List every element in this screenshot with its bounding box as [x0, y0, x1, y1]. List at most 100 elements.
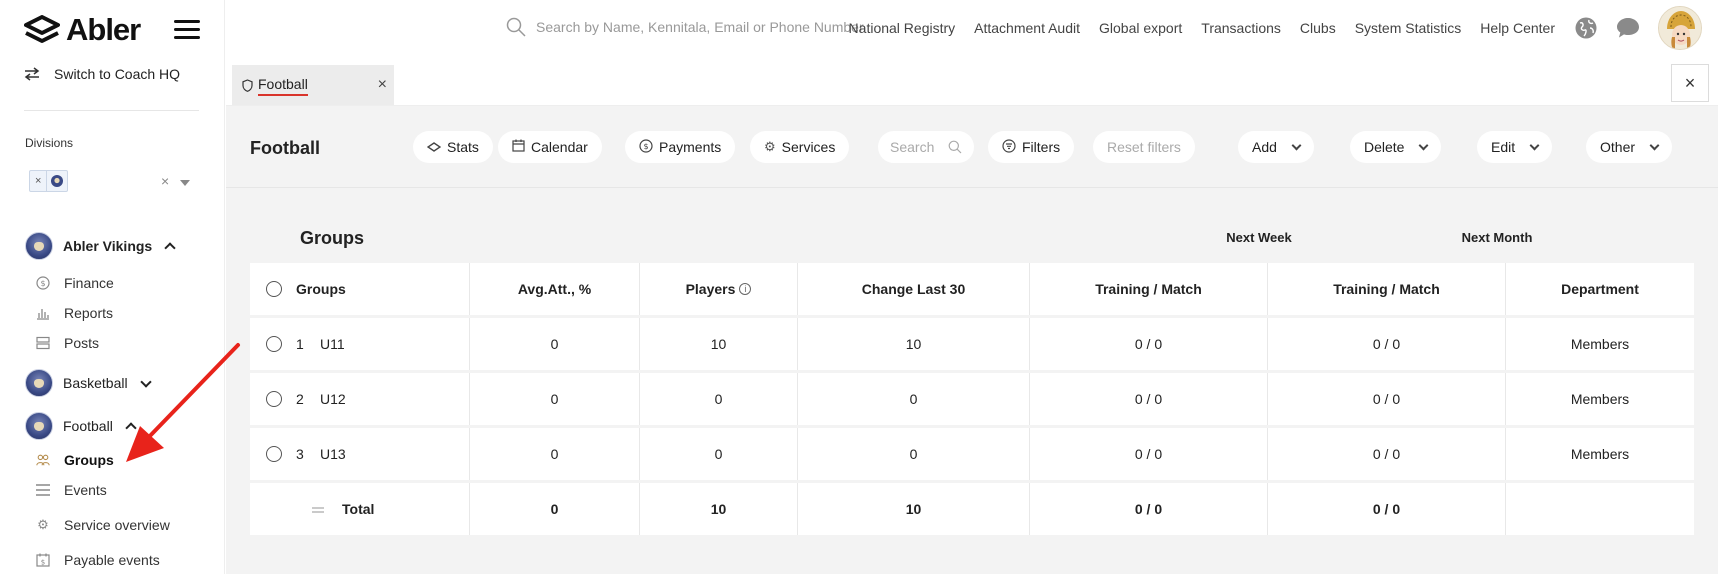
delete-dropdown[interactable]: Delete	[1350, 131, 1442, 163]
table-row[interactable]: 1 U11 0 10 10 0 / 0 0 / 0 Members	[250, 318, 1694, 370]
players-cell: 10	[640, 318, 798, 370]
sidebar-item-reports[interactable]: Reports	[36, 305, 113, 321]
division-chip-remove-icon[interactable]: ×	[30, 171, 48, 191]
club-abler-vikings[interactable]: Abler Vikings	[25, 232, 176, 260]
month-cell: 0 / 0	[1268, 318, 1506, 370]
club-avatar	[25, 369, 53, 397]
tab-label: Football	[258, 76, 308, 96]
other-dropdown[interactable]: Other	[1586, 131, 1673, 163]
hamburger-menu-icon[interactable]	[174, 20, 200, 40]
filters-button[interactable]: Filters	[988, 131, 1075, 163]
nav-global-export[interactable]: Global export	[1099, 20, 1182, 36]
globe-icon[interactable]	[1574, 16, 1598, 40]
close-all-tabs-icon[interactable]: ×	[1671, 64, 1709, 102]
week-cell: 0 / 0	[1030, 373, 1268, 425]
nav-system-statistics[interactable]: System Statistics	[1355, 20, 1462, 36]
main-content: Football Stats Calendar $ Payments ⚙ Ser…	[226, 106, 1718, 574]
chat-icon[interactable]	[1616, 17, 1640, 39]
toolbar-search-input[interactable]	[890, 139, 942, 155]
group-name[interactable]: U12	[320, 391, 346, 407]
nav-national-registry[interactable]: National Registry	[849, 20, 956, 36]
club-basketball[interactable]: Basketball	[25, 369, 152, 397]
edit-label: Edit	[1491, 139, 1516, 155]
payments-label: Payments	[659, 139, 722, 155]
nav-clubs[interactable]: Clubs	[1300, 20, 1336, 36]
services-label: Services	[781, 139, 836, 155]
club-avatar	[25, 412, 53, 440]
header-avg-att[interactable]: Avg.Att., %	[470, 263, 640, 315]
tab-close-icon[interactable]: ×	[378, 76, 387, 94]
reset-filters-button[interactable]: Reset filters	[1093, 131, 1195, 163]
chevron-down-icon	[139, 375, 152, 388]
row-select-radio[interactable]	[266, 391, 282, 407]
sidebar-item-service-overview[interactable]: ⚙ Service overview	[36, 517, 170, 533]
calendar-button[interactable]: Calendar	[498, 131, 602, 163]
row-select-radio[interactable]	[266, 336, 282, 352]
sidebar-item-groups[interactable]: Groups	[36, 452, 114, 468]
tab-football[interactable]: Football ×	[232, 65, 394, 105]
edit-dropdown[interactable]: Edit	[1477, 131, 1553, 163]
column-label: Players	[685, 281, 736, 297]
global-search[interactable]	[506, 17, 896, 37]
stats-icon	[426, 140, 442, 155]
group-name[interactable]: U11	[320, 336, 345, 352]
users-icon	[36, 453, 50, 467]
row-number: 3	[296, 446, 304, 462]
select-all-radio[interactable]	[266, 281, 282, 297]
division-dropdown-caret-icon[interactable]	[180, 180, 190, 186]
group-name[interactable]: U13	[320, 446, 346, 462]
total-change-cell: 10	[798, 483, 1030, 535]
chevron-up-icon	[125, 422, 137, 434]
sidebar-divider	[24, 110, 199, 111]
global-search-input[interactable]	[536, 19, 896, 35]
table-row[interactable]: 3 U13 0 0 0 0 / 0 0 / 0 Members	[250, 428, 1694, 480]
sidebar-item-label: Posts	[64, 335, 100, 351]
row-select-radio[interactable]	[266, 446, 282, 462]
nav-transactions[interactable]: Transactions	[1201, 20, 1281, 36]
header-department[interactable]: Department	[1506, 263, 1694, 315]
sidebar-item-finance[interactable]: $ Finance	[36, 275, 114, 291]
header-month-training-match[interactable]: Training / Match	[1268, 263, 1506, 315]
payments-button[interactable]: $ Payments	[625, 131, 736, 163]
total-label-cell: Total	[250, 483, 470, 535]
total-week-cell: 0 / 0	[1030, 483, 1268, 535]
total-avg-cell: 0	[470, 483, 640, 535]
division-clear-icon[interactable]: ×	[161, 173, 169, 189]
table-total-row: Total 0 10 10 0 / 0 0 / 0	[250, 483, 1694, 535]
stats-button[interactable]: Stats	[413, 131, 493, 163]
header-week-training-match[interactable]: Training / Match	[1030, 263, 1268, 315]
switch-to-coach-hq-link[interactable]: Switch to Coach HQ	[24, 66, 180, 82]
services-button[interactable]: ⚙ Services	[750, 131, 850, 163]
department-cell: Members	[1570, 336, 1630, 352]
list-icon	[36, 483, 50, 497]
divisions-label: Divisions	[25, 136, 74, 150]
add-dropdown[interactable]: Add	[1238, 131, 1314, 163]
info-icon[interactable]: i	[739, 283, 752, 295]
logo[interactable]: Abler	[24, 12, 141, 48]
chevron-down-icon	[1649, 140, 1660, 150]
header-change-last-30[interactable]: Change Last 30	[798, 263, 1030, 315]
club-football[interactable]: Football	[25, 412, 137, 440]
viking-avatar-icon	[1659, 7, 1701, 49]
sidebar-item-payable-events[interactable]: $ Payable events	[36, 552, 160, 568]
sidebar-item-posts[interactable]: Posts	[36, 335, 99, 351]
sidebar-item-label: Service overview	[64, 517, 170, 533]
header-players[interactable]: Players i	[640, 263, 798, 315]
chevron-down-icon	[1291, 140, 1302, 150]
change-cell: 0	[798, 373, 1030, 425]
nav-attachment-audit[interactable]: Attachment Audit	[974, 20, 1080, 36]
toolbar-search[interactable]	[878, 131, 974, 163]
nav-help-center[interactable]: Help Center	[1480, 20, 1555, 36]
bar-chart-icon	[36, 306, 50, 320]
header-groups[interactable]: Groups	[250, 263, 470, 315]
club-name: Basketball	[63, 375, 128, 391]
svg-text:$: $	[40, 279, 45, 288]
gear-icon: ⚙	[37, 517, 49, 532]
top-nav: National Registry Attachment Audit Globa…	[849, 0, 1718, 56]
calendar-icon	[512, 139, 525, 155]
sidebar-item-events[interactable]: Events	[36, 482, 107, 498]
next-week-heading: Next Week	[1226, 230, 1292, 245]
user-avatar[interactable]	[1658, 6, 1702, 50]
table-row[interactable]: 2 U12 0 0 0 0 / 0 0 / 0 Members	[250, 373, 1694, 425]
search-icon	[506, 17, 526, 37]
